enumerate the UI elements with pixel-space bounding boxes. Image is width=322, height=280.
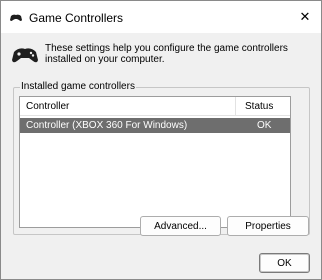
window-title: Game Controllers xyxy=(29,11,124,25)
close-button[interactable]: ✕ xyxy=(289,1,321,33)
controller-status: OK xyxy=(257,120,272,131)
close-icon: ✕ xyxy=(299,9,311,24)
advanced-button-label: Advanced... xyxy=(154,220,207,232)
group-label: Installed game controllers xyxy=(20,81,136,92)
game-controllers-dialog: Game Controllers ✕ These settings help y… xyxy=(0,0,322,280)
dialog-content: These settings help you configure the ga… xyxy=(1,33,321,279)
ok-button-label: OK xyxy=(277,257,292,269)
gamepad-icon xyxy=(9,13,23,23)
properties-button-label: Properties xyxy=(245,220,291,232)
column-header-controller[interactable]: Controller xyxy=(26,101,69,112)
title-bar: Game Controllers ✕ xyxy=(1,1,321,33)
properties-button[interactable]: Properties xyxy=(227,216,309,236)
controller-list[interactable]: Controller Status Controller (XBOX 360 F… xyxy=(19,96,291,228)
list-header: Controller Status xyxy=(20,97,290,116)
advanced-button[interactable]: Advanced... xyxy=(140,216,221,236)
ok-button[interactable]: OK xyxy=(259,253,310,273)
column-divider[interactable] xyxy=(235,97,236,115)
list-item[interactable]: Controller (XBOX 360 For Windows) OK xyxy=(20,118,290,133)
info-text: These settings help you configure the ga… xyxy=(45,43,288,65)
controller-name: Controller (XBOX 360 For Windows) xyxy=(26,120,188,131)
column-header-status[interactable]: Status xyxy=(245,101,273,112)
gamepad-icon xyxy=(10,45,40,65)
